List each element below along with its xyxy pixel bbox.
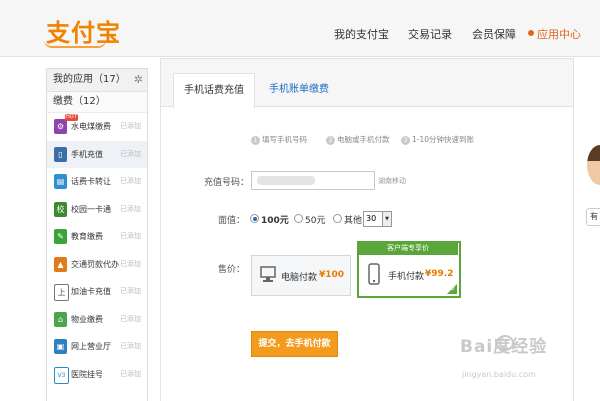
step-number: 3 [401, 135, 410, 145]
sidebar-item-utility[interactable]: ⚙ HOT 水电煤缴费 已添加 [47, 113, 147, 141]
utility-icon: ⚙ [54, 119, 67, 134]
sidebar-item-label: 手机充值 [71, 149, 103, 159]
price-label: 售价： [218, 265, 246, 275]
sidebar-item-label: 话费卡转让 [71, 177, 111, 186]
tab-phone-recharge[interactable]: 手机话费充值 [173, 73, 255, 109]
step-number: 1 [251, 135, 260, 145]
sidebar-item-fuel-card[interactable]: 上 加油卡充值 已添加 [47, 278, 147, 306]
pay-computer-price: ¥100 [319, 270, 345, 280]
sidebar: 我的应用（17） ✲ 缴费（12） ⚙ HOT 水电煤缴费 已添加 ▯ 手机充值… [46, 68, 148, 401]
sidebar-item-online-hall[interactable]: ▣ 网上营业厅 已添加 [47, 333, 147, 361]
sidebar-item-phone-recharge[interactable]: ▯ 手机充值 已添加 [47, 140, 147, 168]
property-icon: ⌂ [54, 311, 67, 327]
mobile-phone-icon [368, 263, 380, 285]
amount-50-radio[interactable] [294, 214, 303, 223]
sidebar-item-property[interactable]: ⌂ 物业缴费 已添加 [47, 306, 147, 334]
nav-transactions[interactable]: 交易记录 [408, 26, 452, 42]
card-icon: ▤ [54, 174, 67, 189]
added-status: 已添加 [120, 177, 141, 185]
education-icon: ✎ [54, 229, 67, 244]
hot-badge: HOT [65, 114, 78, 121]
promo-badge: 客户端专享价 [358, 242, 458, 255]
added-status: 已添加 [120, 259, 141, 268]
amount-100-radio[interactable] [250, 214, 259, 223]
added-status: 已添加 [120, 232, 141, 240]
watermark-url: jingyan.baidu.com [462, 370, 536, 379]
sidebar-item-label: 物业缴费 [71, 314, 103, 324]
pay-mobile-price: ¥99.2 [425, 269, 454, 279]
traffic-icon: ▲ [54, 256, 67, 272]
top-bar: 支付宝 我的支付宝 交易记录 会员保障 应用中心 [0, 0, 600, 57]
monitor-icon [260, 266, 276, 282]
check-icon: ✓ [451, 286, 457, 293]
carrier-text: 湖南移动 [378, 177, 406, 185]
sidebar-item-label: 教育缴费 [71, 232, 103, 241]
other-amount-value: 30 [366, 214, 377, 223]
sidebar-header: 我的应用（17） ✲ [47, 69, 147, 92]
hospital-icon: V3 [54, 366, 69, 384]
fuel-icon: 上 [54, 284, 69, 301]
hall-icon: ▣ [54, 339, 67, 354]
sidebar-item-label: 交通罚款代办 [71, 259, 119, 269]
added-status: 已添加 [120, 149, 141, 158]
step-1: 1 填写手机号码 [251, 134, 307, 145]
paw-icon [496, 335, 514, 351]
step-2: 2 电脑或手机付款 [326, 134, 390, 145]
sidebar-item-education[interactable]: ✎ 教育缴费 已添加 [47, 223, 147, 251]
step-label: 1-10分钟快速到账 [412, 135, 475, 144]
avatar-hair [587, 145, 600, 161]
amount-100-label[interactable]: 100元 [261, 213, 289, 226]
pay-mobile-label: 手机付款 [388, 272, 425, 282]
blurred-phone-number [257, 176, 315, 185]
nav-member-protection[interactable]: 会员保障 [472, 26, 516, 42]
nav-my-alipay[interactable]: 我的支付宝 [334, 26, 389, 42]
phone-input[interactable] [251, 171, 375, 190]
amount-50-label[interactable]: 50元 [305, 213, 325, 226]
added-status: 已添加 [120, 122, 141, 130]
added-status: 已添加 [120, 342, 141, 350]
school-icon: 校 [54, 201, 67, 217]
sidebar-item-label: 校园一卡通 [71, 204, 111, 214]
sidebar-item-card-transfer[interactable]: ▤ 话费卡转让 已添加 [47, 168, 147, 196]
sidebar-item-hospital[interactable]: V3 医院挂号 已添加 [47, 361, 147, 389]
added-status: 已添加 [120, 314, 141, 323]
gear-icon[interactable]: ✲ [134, 69, 143, 91]
tab-phone-bill[interactable]: 手机账单缴费 [259, 73, 339, 107]
other-amount-select[interactable]: 30 ▼ [363, 211, 392, 227]
sidebar-title: 我的应用（17） [53, 74, 126, 85]
step-number: 2 [326, 135, 335, 145]
customer-service-avatar[interactable] [587, 145, 600, 185]
amount-other-label[interactable]: 其他 [344, 213, 362, 226]
amount-label: 面值： [218, 216, 246, 226]
step-label: 电脑或手机付款 [337, 135, 390, 144]
side-widget-button[interactable]: 有 [586, 208, 600, 226]
chevron-down-icon: ▼ [382, 212, 391, 226]
added-status: 已添加 [120, 204, 141, 213]
sidebar-item-label: 水电煤缴费 [71, 122, 111, 131]
nav-app-center[interactable]: 应用中心 [537, 26, 581, 42]
sidebar-item-label: 网上营业厅 [71, 342, 111, 351]
sidebar-item-label: 医院挂号 [71, 369, 103, 379]
added-status: 已添加 [120, 287, 141, 295]
added-status: 已添加 [120, 369, 141, 378]
pay-by-computer-option[interactable]: 电脑付款 ¥100 [251, 255, 351, 296]
sidebar-item-label: 加油卡充值 [71, 287, 111, 296]
logo-swoosh [44, 40, 106, 48]
sidebar-item-campus-card[interactable]: 校 校园一卡通 已添加 [47, 196, 147, 224]
submit-button[interactable]: 提交，去手机付款 [251, 331, 338, 357]
phone-icon: ▯ [54, 146, 67, 162]
pay-computer-label: 电脑付款 [281, 273, 318, 283]
tab-bar: 手机话费充值 手机账单缴费 [161, 59, 573, 109]
step-3: 3 1-10分钟快速到账 [401, 134, 474, 145]
phone-label: 充值号码： [204, 178, 250, 188]
step-label: 填写手机号码 [262, 135, 307, 144]
amount-other-radio[interactable] [333, 214, 342, 223]
active-dot-icon [528, 30, 534, 36]
sidebar-section-title: 缴费（12） [47, 92, 147, 113]
sidebar-item-traffic-fine[interactable]: ▲ 交通罚款代办 已添加 [47, 251, 147, 279]
